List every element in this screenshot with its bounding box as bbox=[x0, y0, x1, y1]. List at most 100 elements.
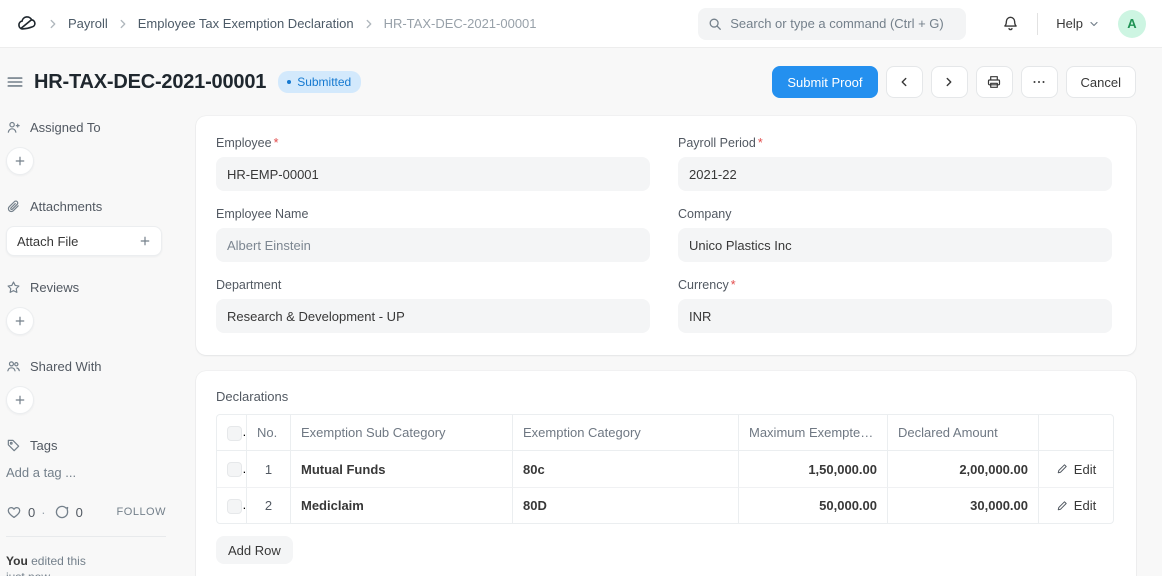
column-max-exempted: Maximum Exempted ... bbox=[739, 415, 888, 451]
navbar: Payroll Employee Tax Exemption Declarati… bbox=[0, 0, 1162, 48]
employee-label: Employee * bbox=[216, 136, 279, 150]
pencil-icon bbox=[1056, 463, 1068, 475]
select-all-checkbox[interactable] bbox=[227, 425, 242, 441]
row-checkbox[interactable] bbox=[227, 498, 242, 514]
column-no: No. bbox=[247, 415, 291, 451]
employee-name-label: Employee Name bbox=[216, 207, 309, 221]
edited-when: just now bbox=[6, 570, 50, 576]
add-assignment-button[interactable] bbox=[6, 147, 34, 175]
ellipsis-icon bbox=[1033, 81, 1045, 83]
follow-button[interactable]: FOLLOW bbox=[117, 506, 166, 518]
add-share-button[interactable] bbox=[6, 386, 34, 414]
required-marker: * bbox=[757, 136, 763, 150]
column-category: Exemption Category bbox=[513, 415, 739, 451]
chevron-right-icon bbox=[116, 17, 130, 31]
dot-separator: · bbox=[41, 504, 46, 520]
sidebar-divider bbox=[6, 536, 166, 537]
currency-label: Currency * bbox=[678, 278, 736, 292]
assigned-to-label: Assigned To bbox=[30, 120, 101, 135]
currency-input[interactable] bbox=[678, 299, 1112, 333]
payroll-period-label: Payroll Period * bbox=[678, 136, 763, 150]
field-employee-name: Employee Name bbox=[216, 207, 650, 262]
comment-icon[interactable] bbox=[54, 504, 70, 520]
edited-action: edited this bbox=[31, 554, 86, 568]
like-heart-icon[interactable] bbox=[6, 504, 22, 520]
chevron-down-icon bbox=[1090, 21, 1098, 26]
next-document-button[interactable] bbox=[930, 66, 968, 98]
shared-with-label: Shared With bbox=[30, 359, 102, 374]
notifications-bell-icon[interactable] bbox=[1002, 15, 1019, 32]
star-icon bbox=[6, 280, 21, 295]
payroll-period-input[interactable] bbox=[678, 157, 1112, 191]
column-actions bbox=[1039, 415, 1113, 451]
details-section: Employee* Payroll Period* Employee Name … bbox=[196, 116, 1136, 355]
submit-proof-button[interactable]: Submit Proof bbox=[772, 66, 878, 98]
add-tag-input[interactable]: Add a tag ... bbox=[6, 465, 176, 480]
status-badge-label: Submitted bbox=[297, 75, 352, 89]
tag-icon bbox=[6, 438, 21, 453]
menu-more-button[interactable] bbox=[1020, 66, 1058, 98]
breadcrumb: Payroll Employee Tax Exemption Declarati… bbox=[46, 16, 537, 31]
breadcrumb-current-doc[interactable]: HR-TAX-DEC-2021-00001 bbox=[384, 16, 537, 31]
row-number: 1 bbox=[247, 451, 291, 487]
table-header-row: No. Exemption Sub Category Exemption Cat… bbox=[217, 415, 1113, 451]
breadcrumb-doctype[interactable]: Employee Tax Exemption Declaration bbox=[138, 16, 354, 31]
chevron-right-icon bbox=[46, 17, 60, 31]
users-icon bbox=[6, 359, 21, 374]
column-sub-category: Exemption Sub Category bbox=[291, 415, 513, 451]
declarations-section: Declarations No. Exemption Sub Category … bbox=[196, 371, 1136, 576]
user-avatar[interactable]: A bbox=[1118, 9, 1146, 38]
column-declared: Declared Amount bbox=[888, 415, 1039, 451]
row-sub-category[interactable]: Mediclaim bbox=[291, 487, 513, 523]
chevron-right-icon bbox=[946, 77, 952, 87]
cancel-button[interactable]: Cancel bbox=[1065, 66, 1136, 98]
company-input[interactable] bbox=[678, 228, 1112, 262]
reviews-label: Reviews bbox=[30, 280, 80, 295]
attach-file-button[interactable]: Attach File bbox=[6, 226, 162, 256]
global-search[interactable] bbox=[698, 7, 967, 40]
row-category[interactable]: 80D bbox=[513, 487, 739, 523]
search-icon bbox=[708, 17, 722, 31]
chevron-left-icon bbox=[901, 77, 907, 87]
row-declared[interactable]: 2,00,000.00 bbox=[888, 451, 1039, 487]
employee-name-input[interactable] bbox=[216, 228, 650, 262]
declarations-table: No. Exemption Sub Category Exemption Cat… bbox=[216, 414, 1114, 524]
status-badge: Submitted bbox=[278, 71, 362, 93]
row-category[interactable]: 80c bbox=[513, 451, 739, 487]
help-menu[interactable]: Help bbox=[1056, 16, 1100, 31]
print-button[interactable] bbox=[975, 66, 1013, 98]
department-label: Department bbox=[216, 278, 282, 292]
help-label: Help bbox=[1056, 16, 1083, 31]
plus-icon bbox=[15, 156, 25, 166]
row-declared[interactable]: 30,000.00 bbox=[888, 487, 1039, 523]
app-logo-icon[interactable] bbox=[16, 13, 38, 35]
declarations-label: Declarations bbox=[216, 389, 289, 404]
row-max-exempted[interactable]: 50,000.00 bbox=[739, 487, 888, 523]
row-checkbox[interactable] bbox=[227, 462, 242, 478]
sidebar-toggle-icon[interactable] bbox=[6, 73, 24, 91]
prev-document-button[interactable] bbox=[885, 66, 923, 98]
search-input[interactable] bbox=[730, 16, 957, 31]
employee-input[interactable] bbox=[216, 157, 650, 191]
add-review-button[interactable] bbox=[6, 307, 34, 335]
plus-icon bbox=[15, 316, 25, 326]
department-input[interactable] bbox=[216, 299, 650, 333]
field-employee: Employee * bbox=[216, 136, 650, 191]
attachments-label: Attachments bbox=[30, 199, 103, 214]
status-dot bbox=[287, 80, 292, 84]
plus-icon bbox=[139, 235, 151, 247]
attach-file-label: Attach File bbox=[17, 233, 79, 249]
add-row-button[interactable]: Add Row bbox=[216, 536, 293, 564]
table-row: 1 Mutual Funds 80c 1,50,000.00 2,00,000.… bbox=[217, 451, 1113, 487]
field-currency: Currency * bbox=[678, 278, 1112, 333]
page-head: HR-TAX-DEC-2021-00001 Submitted Submit P… bbox=[0, 48, 1162, 112]
field-department: Department bbox=[216, 278, 650, 333]
comment-count: 0 bbox=[75, 504, 83, 520]
like-count: 0 bbox=[28, 504, 36, 520]
edit-row-button[interactable]: Edit bbox=[1049, 451, 1103, 487]
edit-row-button[interactable]: Edit bbox=[1049, 488, 1103, 523]
row-max-exempted[interactable]: 1,50,000.00 bbox=[739, 451, 888, 487]
printer-icon bbox=[987, 76, 1001, 88]
breadcrumb-payroll[interactable]: Payroll bbox=[68, 16, 108, 31]
row-sub-category[interactable]: Mutual Funds bbox=[291, 451, 513, 487]
